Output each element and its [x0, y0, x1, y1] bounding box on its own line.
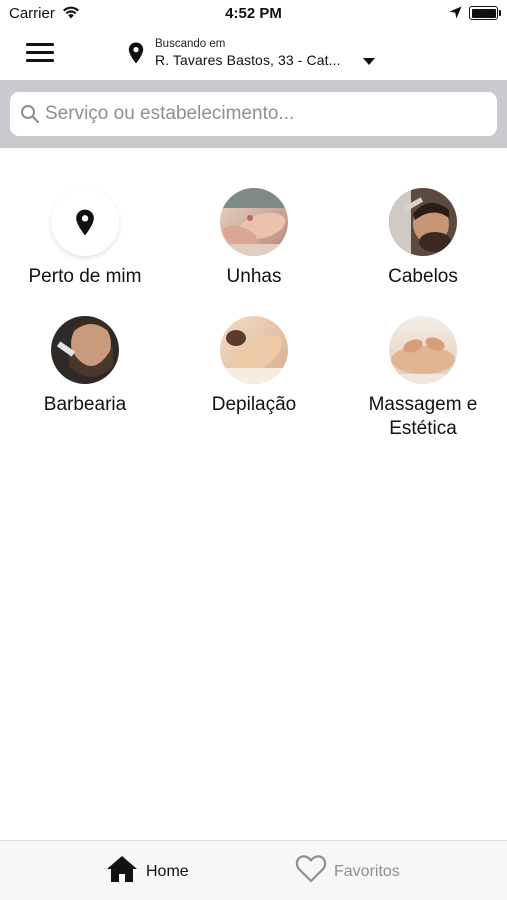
- manicure-photo[interactable]: [220, 188, 288, 256]
- category-massagem-e-estetica[interactable]: Massagem e Estética: [338, 316, 507, 441]
- category-label: Massagem e Estética: [368, 394, 478, 439]
- top-navigation: Buscando em R. Tavares Bastos, 33 - Cat.…: [0, 30, 507, 80]
- haircut-photo[interactable]: [389, 188, 457, 256]
- category-depilacao[interactable]: Depilação: [169, 316, 339, 417]
- tab-favoritos-label: Favoritos: [334, 863, 400, 880]
- home-icon: [107, 856, 137, 882]
- hamburger-menu-icon[interactable]: [24, 41, 56, 67]
- tab-home-label: Home: [146, 863, 189, 880]
- category-barbearia[interactable]: Barbearia: [0, 316, 170, 417]
- battery-icon: [469, 6, 498, 20]
- search-bar-container: [0, 80, 507, 148]
- category-cabelos[interactable]: Cabelos: [338, 188, 507, 289]
- category-unhas[interactable]: Unhas: [169, 188, 339, 289]
- beard-trim-photo[interactable]: [51, 316, 119, 384]
- category-label: Unhas: [226, 266, 282, 287]
- waxing-photo[interactable]: [220, 316, 288, 384]
- category-label: Barbearia: [43, 394, 127, 415]
- location-arrow-icon: [449, 6, 462, 19]
- location-selector[interactable]: Buscando em R. Tavares Bastos, 33 - Cat.…: [128, 36, 388, 74]
- battery-tip: [499, 10, 501, 16]
- status-bar: Carrier 4:52 PM: [0, 0, 507, 30]
- category-label: Depilação: [211, 394, 297, 415]
- status-clock: 4:52 PM: [225, 5, 282, 22]
- massage-photo[interactable]: [389, 316, 457, 384]
- category-label: Cabelos: [388, 266, 458, 287]
- location-label: Buscando em: [155, 38, 226, 50]
- category-perto-de-mim[interactable]: Perto de mim: [0, 188, 170, 289]
- category-label: Perto de mim: [28, 266, 142, 287]
- map-pin-icon: [76, 209, 94, 235]
- near-me-circle[interactable]: [51, 188, 119, 256]
- search-input[interactable]: [45, 92, 485, 136]
- search-box[interactable]: [10, 92, 497, 136]
- location-address: R. Tavares Bastos, 33 - Cat...: [155, 52, 341, 68]
- caret-down-icon[interactable]: [363, 58, 375, 65]
- map-pin-icon: [128, 42, 144, 64]
- search-icon: [21, 105, 40, 124]
- heart-icon: [295, 855, 327, 883]
- bottom-tab-bar: Home Favoritos: [0, 840, 507, 900]
